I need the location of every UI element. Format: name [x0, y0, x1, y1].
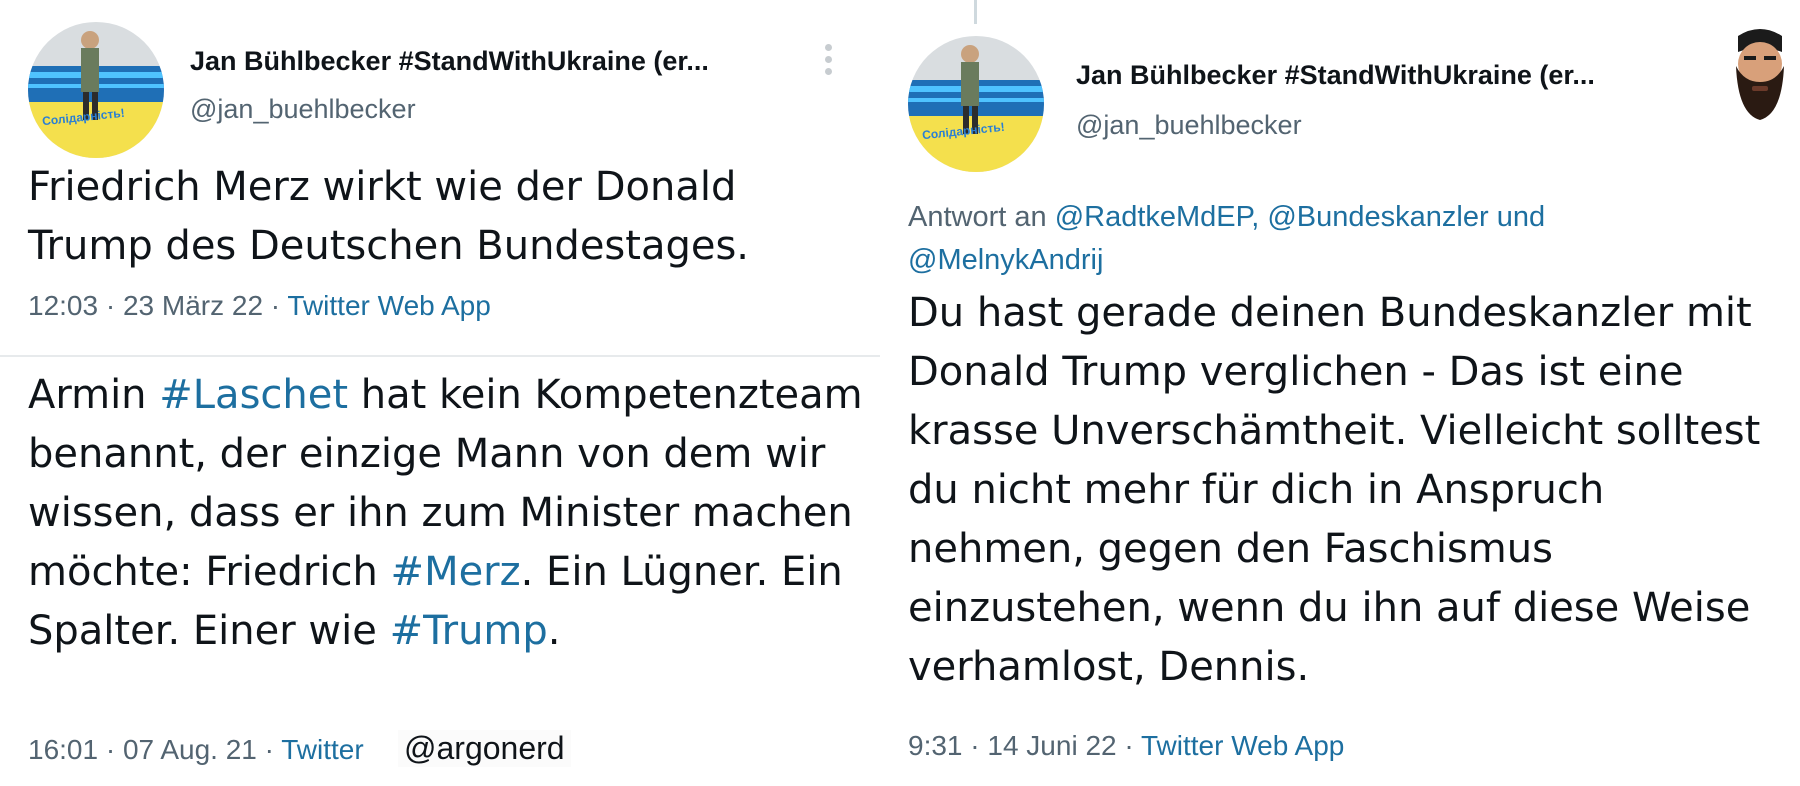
- reply-context: Antwort an @RadtkeMdEP, @Bundeskanzler u…: [908, 196, 1728, 282]
- tweet-meta: 16:01 · 07 Aug. 21 · Twitter: [28, 734, 364, 766]
- avatar-image: [908, 36, 1044, 172]
- author-handle[interactable]: @jan_buehlbecker: [1076, 110, 1302, 141]
- tweet-source[interactable]: Twitter Web App: [287, 290, 490, 321]
- reply-prefix: Antwort an: [908, 201, 1055, 233]
- watermark-label: @argonerd: [398, 730, 571, 767]
- thread-connector: [974, 0, 977, 24]
- tweet-timestamp[interactable]: 12:03 · 23 März 22 ·: [28, 290, 280, 321]
- text-segment: .: [547, 608, 561, 654]
- author-handle[interactable]: @jan_buehlbecker: [190, 94, 416, 125]
- tweet-meta: 12:03 · 23 März 22 · Twitter Web App: [28, 290, 491, 322]
- tweet-source[interactable]: Twitter: [281, 734, 363, 765]
- author-name[interactable]: Jan Bühlbecker #StandWithUkraine (er...: [190, 46, 709, 77]
- tweet-source[interactable]: Twitter Web App: [1141, 730, 1344, 761]
- tweet-divider: [0, 355, 880, 357]
- hashtag-link[interactable]: #Laschet: [159, 372, 348, 418]
- left-screenshot-panel: Солідарність! Jan Bühlbecker #StandWithU…: [0, 0, 880, 786]
- tweet-text: Armin #Laschet hat kein Kompetenzteam be…: [28, 366, 868, 661]
- author-name[interactable]: Jan Bühlbecker #StandWithUkraine (er...: [1076, 60, 1595, 91]
- tweet-timestamp[interactable]: 9:31 · 14 Juni 22 ·: [908, 730, 1134, 761]
- profile-avatar[interactable]: Солідарність!: [908, 36, 1044, 172]
- bearded-man-emoji: [1736, 29, 1784, 120]
- hashtag-link[interactable]: #Merz: [391, 549, 521, 595]
- profile-avatar[interactable]: Солідарність!: [28, 22, 164, 158]
- tweet-text: Du hast gerade deinen Bundeskanzler mit …: [908, 290, 1761, 690]
- tweet-meta: 9:31 · 14 Juni 22 · Twitter Web App: [908, 730, 1344, 762]
- more-options-icon[interactable]: [816, 44, 840, 84]
- avatar-image: [28, 22, 164, 158]
- hashtag-link[interactable]: #Trump: [390, 608, 548, 654]
- tweet-timestamp[interactable]: 16:01 · 07 Aug. 21 ·: [28, 734, 274, 765]
- tweet-text: Friedrich Merz wirkt wie der Donald Trum…: [28, 164, 750, 269]
- text-segment: Armin: [28, 372, 160, 418]
